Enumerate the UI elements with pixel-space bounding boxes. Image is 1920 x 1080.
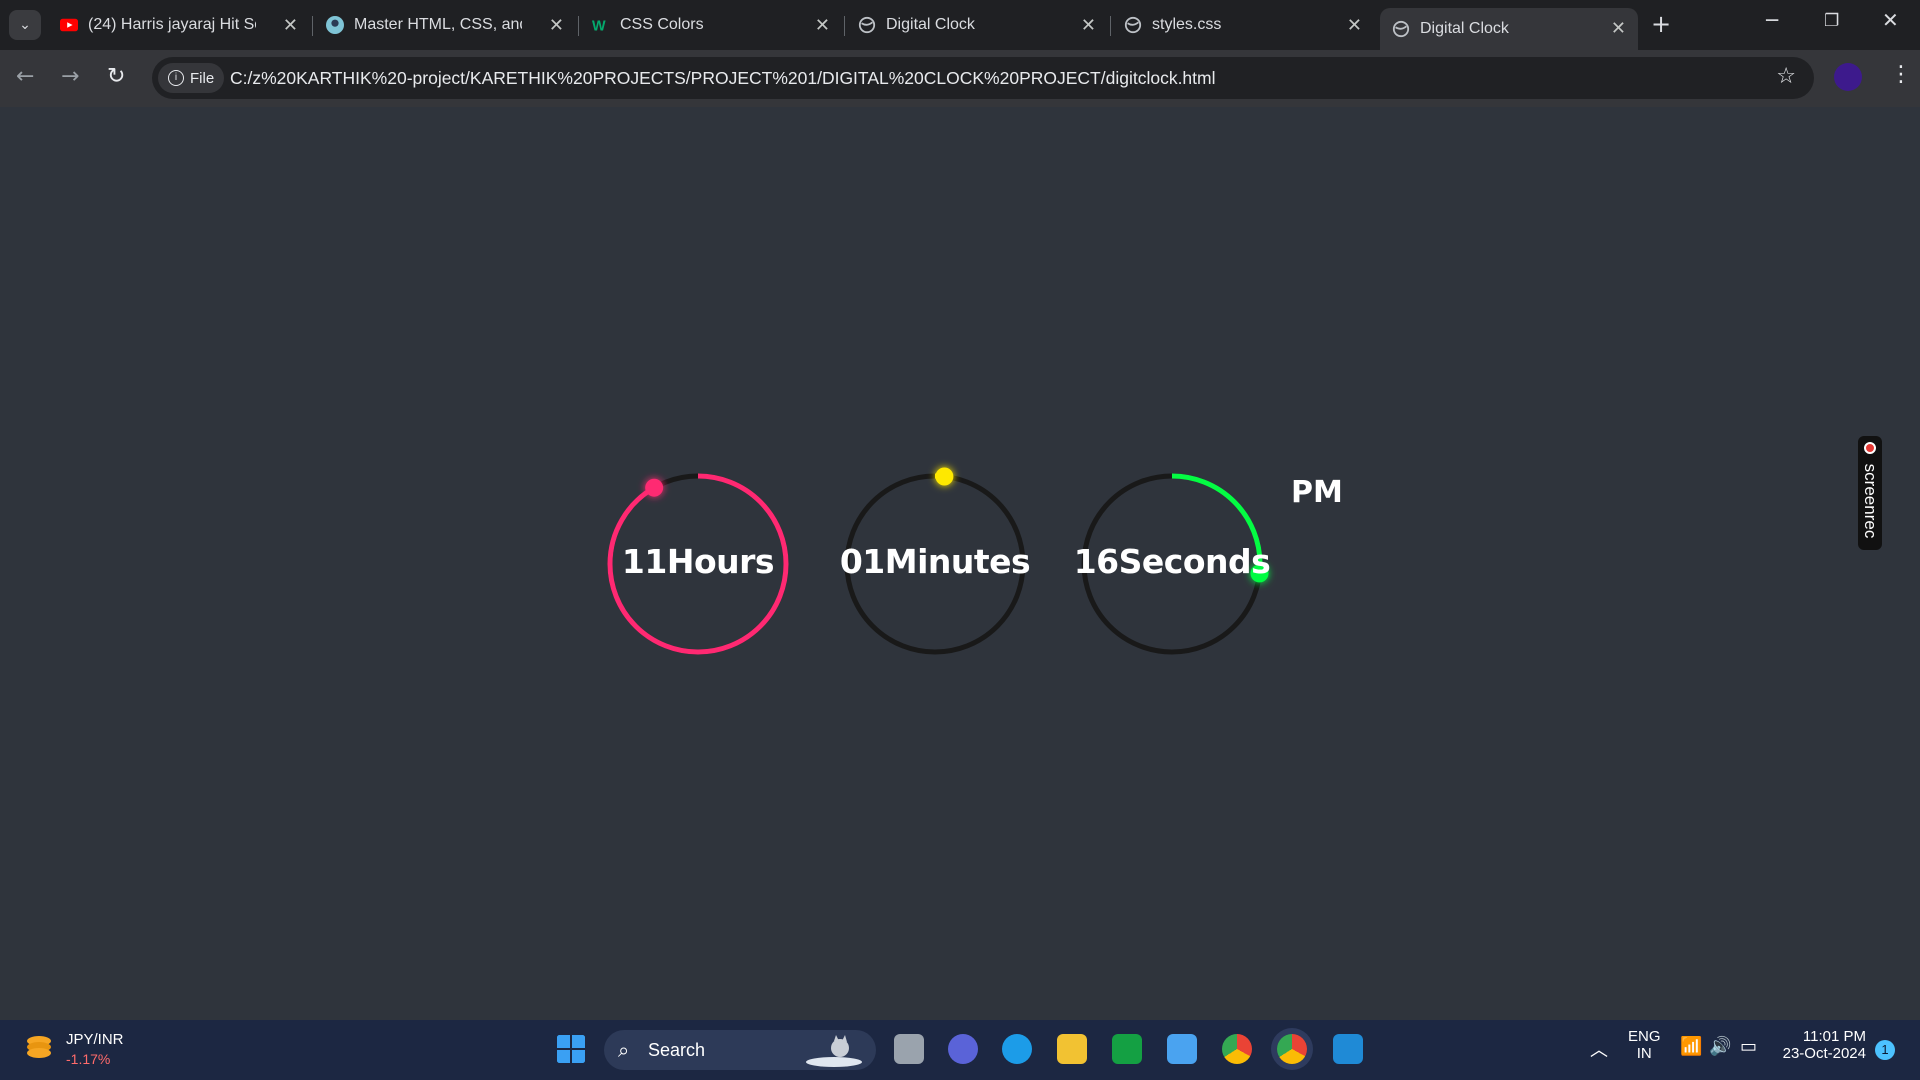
tray-chevron-up-icon[interactable]: ︿ [1590, 1036, 1608, 1062]
minutes-unit: Minutes [884, 542, 1031, 581]
edge-icon[interactable] [1002, 1034, 1032, 1064]
search-label: Search [648, 1040, 706, 1060]
chrome-icon[interactable] [1222, 1034, 1252, 1064]
clock-tray[interactable]: 11:01 PM 23-Oct-2024 [1778, 1028, 1866, 1062]
wifi-icon[interactable]: 📶 [1680, 1036, 1702, 1057]
tray-date: 23-Oct-2024 [1782, 1045, 1866, 1062]
language-indicator[interactable]: ENG IN [1628, 1028, 1661, 1062]
meet-chat-icon[interactable] [948, 1034, 978, 1064]
chat-app-icon[interactable] [1112, 1034, 1142, 1064]
screenrec-label: screenrec [1861, 463, 1880, 539]
lang-region: IN [1636, 1045, 1652, 1062]
windows-start-icon[interactable] [556, 1034, 586, 1064]
seconds-value: 16 [1073, 542, 1119, 581]
minutes-value: 01 [839, 542, 885, 581]
task-view-icon[interactable] [894, 1034, 924, 1064]
taskbar: JPY/INR -1.17% ⌕ Search ︿ ENG IN 📶 🔊 ▭ 1… [0, 1020, 1920, 1080]
vscode-icon[interactable] [1333, 1034, 1363, 1064]
taskbar-search[interactable]: ⌕ Search [604, 1030, 876, 1070]
lang-code: ENG [1628, 1028, 1661, 1045]
volume-icon[interactable]: 🔊 [1709, 1036, 1731, 1057]
seconds-unit: Seconds [1118, 542, 1271, 581]
hours-value: 11 [621, 542, 667, 581]
notification-badge[interactable]: 1 [1875, 1040, 1895, 1060]
clock-rings-svg [607, 467, 1269, 655]
ring-indicator-dot [935, 467, 954, 486]
screenrec-widget[interactable]: screenrec [1858, 436, 1882, 550]
stock-change: -1.17% [66, 1051, 111, 1067]
search-icon: ⌕ [618, 1038, 630, 1062]
stock-name[interactable]: JPY/INR [66, 1031, 124, 1048]
file-explorer-icon[interactable] [1057, 1034, 1087, 1064]
ring-indicator-dot [645, 478, 664, 497]
chrome-profile-icon[interactable] [1277, 1034, 1307, 1064]
search-highlight-cat-icon [806, 1035, 862, 1067]
hours-unit: Hours [666, 542, 775, 581]
currency-icon [27, 1036, 51, 1058]
notepad-icon[interactable] [1167, 1034, 1197, 1064]
tray-time: 11:01 PM [1802, 1028, 1866, 1045]
record-icon [1864, 442, 1876, 454]
ampm-indicator: PM [1291, 475, 1343, 510]
battery-icon[interactable]: ▭ [1740, 1036, 1757, 1057]
seconds-display: 16Seconds [1022, 542, 1322, 581]
